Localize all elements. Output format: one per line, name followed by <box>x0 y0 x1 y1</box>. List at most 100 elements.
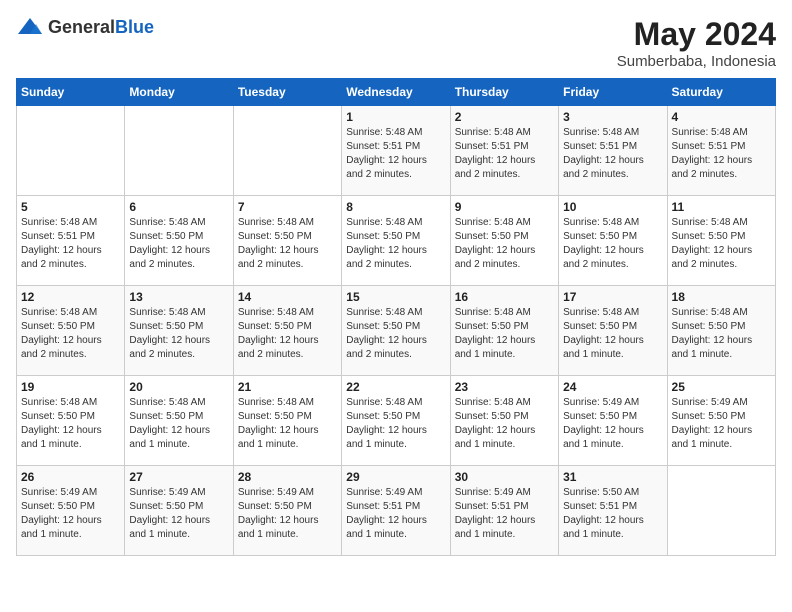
day-number: 24 <box>563 380 662 394</box>
day-number: 18 <box>672 290 771 304</box>
day-info: Sunrise: 5:48 AM Sunset: 5:50 PM Dayligh… <box>346 306 445 362</box>
calendar-cell: 8 Sunrise: 5:48 AM Sunset: 5:50 PM Daylig… <box>342 196 450 286</box>
calendar-week-1: 1 Sunrise: 5:48 AM Sunset: 5:51 PM Daylig… <box>17 106 776 196</box>
day-info: Sunrise: 5:48 AM Sunset: 5:51 PM Dayligh… <box>21 216 120 272</box>
header-thursday: Thursday <box>450 79 558 106</box>
day-number: 26 <box>21 470 120 484</box>
day-number: 29 <box>346 470 445 484</box>
day-number: 13 <box>129 290 228 304</box>
calendar-cell: 22 Sunrise: 5:48 AM Sunset: 5:50 PM Dayli… <box>342 376 450 466</box>
day-number: 2 <box>455 110 554 124</box>
day-number: 28 <box>238 470 337 484</box>
day-info: Sunrise: 5:48 AM Sunset: 5:50 PM Dayligh… <box>21 306 120 362</box>
calendar-cell: 19Sunrise: 5:48 AM Sunset: 5:50 PM Dayli… <box>17 376 125 466</box>
calendar-cell: 1 Sunrise: 5:48 AM Sunset: 5:51 PM Daylig… <box>342 106 450 196</box>
day-info: Sunrise: 5:48 AM Sunset: 5:51 PM Dayligh… <box>672 126 771 182</box>
calendar-cell: 23Sunrise: 5:48 AM Sunset: 5:50 PM Dayli… <box>450 376 558 466</box>
calendar-week-3: 12 Sunrise: 5:48 AM Sunset: 5:50 PM Dayli… <box>17 286 776 376</box>
calendar-cell: 2 Sunrise: 5:48 AM Sunset: 5:51 PM Daylig… <box>450 106 558 196</box>
day-info: Sunrise: 5:49 AM Sunset: 5:50 PM Dayligh… <box>672 396 771 452</box>
day-number: 17 <box>563 290 662 304</box>
location-subtitle: Sumberbaba, Indonesia <box>617 53 776 70</box>
day-info: Sunrise: 5:48 AM Sunset: 5:50 PM Dayligh… <box>129 396 228 452</box>
calendar-cell: 31 Sunrise: 5:50 AM Sunset: 5:51 PM Dayli… <box>559 466 667 556</box>
day-number: 16 <box>455 290 554 304</box>
calendar-cell: 27Sunrise: 5:49 AM Sunset: 5:50 PM Dayli… <box>125 466 233 556</box>
calendar-cell <box>17 106 125 196</box>
header-monday: Monday <box>125 79 233 106</box>
header-tuesday: Tuesday <box>233 79 341 106</box>
logo-icon <box>16 16 44 38</box>
day-info: Sunrise: 5:49 AM Sunset: 5:51 PM Dayligh… <box>346 486 445 542</box>
calendar-cell: 7 Sunrise: 5:48 AM Sunset: 5:50 PM Daylig… <box>233 196 341 286</box>
day-number: 23 <box>455 380 554 394</box>
day-number: 25 <box>672 380 771 394</box>
logo: GeneralBlue <box>16 16 154 38</box>
calendar-cell <box>667 466 775 556</box>
day-number: 31 <box>563 470 662 484</box>
day-info: Sunrise: 5:48 AM Sunset: 5:51 PM Dayligh… <box>455 126 554 182</box>
calendar-week-5: 26 Sunrise: 5:49 AM Sunset: 5:50 PM Dayli… <box>17 466 776 556</box>
day-info: Sunrise: 5:48 AM Sunset: 5:50 PM Dayligh… <box>346 216 445 272</box>
day-number: 11 <box>672 200 771 214</box>
day-info: Sunrise: 5:48 AM Sunset: 5:50 PM Dayligh… <box>238 216 337 272</box>
calendar-cell: 28Sunrise: 5:49 AM Sunset: 5:50 PM Dayli… <box>233 466 341 556</box>
day-info: Sunrise: 5:48 AM Sunset: 5:50 PM Dayligh… <box>238 396 337 452</box>
day-number: 7 <box>238 200 337 214</box>
day-info: Sunrise: 5:49 AM Sunset: 5:50 PM Dayligh… <box>21 486 120 542</box>
day-info: Sunrise: 5:48 AM Sunset: 5:50 PM Dayligh… <box>129 306 228 362</box>
day-number: 22 <box>346 380 445 394</box>
calendar-cell: 14 Sunrise: 5:48 AM Sunset: 5:50 PM Dayli… <box>233 286 341 376</box>
header-sunday: Sunday <box>17 79 125 106</box>
header-friday: Friday <box>559 79 667 106</box>
day-info: Sunrise: 5:48 AM Sunset: 5:50 PM Dayligh… <box>129 216 228 272</box>
day-number: 12 <box>21 290 120 304</box>
calendar-cell: 5 Sunrise: 5:48 AM Sunset: 5:51 PM Daylig… <box>17 196 125 286</box>
day-number: 19 <box>21 380 120 394</box>
day-info: Sunrise: 5:48 AM Sunset: 5:50 PM Dayligh… <box>672 306 771 362</box>
day-number: 15 <box>346 290 445 304</box>
day-number: 20 <box>129 380 228 394</box>
day-info: Sunrise: 5:48 AM Sunset: 5:50 PM Dayligh… <box>455 306 554 362</box>
calendar-week-4: 19 Sunrise: 5:48 AM Sunset: 5:50 PM Dayli… <box>17 376 776 466</box>
day-number: 21 <box>238 380 337 394</box>
day-number: 3 <box>563 110 662 124</box>
calendar-cell: 24Sunrise: 5:49 AM Sunset: 5:50 PM Dayli… <box>559 376 667 466</box>
day-number: 5 <box>21 200 120 214</box>
header: GeneralBlue May 2024 Sumberbaba, Indones… <box>16 16 776 70</box>
calendar-cell: 18 Sunrise: 5:48 AM Sunset: 5:50 PM Dayli… <box>667 286 775 376</box>
calendar-cell: 17 Sunrise: 5:48 AM Sunset: 5:50 PM Dayli… <box>559 286 667 376</box>
logo-general: General <box>48 17 115 37</box>
calendar-cell: 15 Sunrise: 5:48 AM Sunset: 5:50 PM Dayli… <box>342 286 450 376</box>
calendar-cell: 26 Sunrise: 5:49 AM Sunset: 5:50 PM Dayli… <box>17 466 125 556</box>
day-number: 9 <box>455 200 554 214</box>
day-info: Sunrise: 5:48 AM Sunset: 5:50 PM Dayligh… <box>672 216 771 272</box>
header-saturday: Saturday <box>667 79 775 106</box>
day-info: Sunrise: 5:48 AM Sunset: 5:51 PM Dayligh… <box>563 126 662 182</box>
logo-blue: Blue <box>115 17 154 37</box>
calendar-cell: 29 Sunrise: 5:49 AM Sunset: 5:51 PM Dayli… <box>342 466 450 556</box>
day-number: 4 <box>672 110 771 124</box>
calendar-cell: 3 Sunrise: 5:48 AM Sunset: 5:51 PM Daylig… <box>559 106 667 196</box>
calendar-cell: 11 Sunrise: 5:48 AM Sunset: 5:50 PM Dayli… <box>667 196 775 286</box>
day-info: Sunrise: 5:50 AM Sunset: 5:51 PM Dayligh… <box>563 486 662 542</box>
calendar-cell: 30Sunrise: 5:49 AM Sunset: 5:51 PM Dayli… <box>450 466 558 556</box>
day-number: 30 <box>455 470 554 484</box>
day-info: Sunrise: 5:48 AM Sunset: 5:51 PM Dayligh… <box>346 126 445 182</box>
title-area: May 2024 Sumberbaba, Indonesia <box>617 16 776 70</box>
day-number: 14 <box>238 290 337 304</box>
day-number: 10 <box>563 200 662 214</box>
calendar-cell <box>125 106 233 196</box>
day-info: Sunrise: 5:48 AM Sunset: 5:50 PM Dayligh… <box>455 216 554 272</box>
day-number: 6 <box>129 200 228 214</box>
day-number: 27 <box>129 470 228 484</box>
calendar-cell: 21 Sunrise: 5:48 AM Sunset: 5:50 PM Dayli… <box>233 376 341 466</box>
calendar-cell: 16 Sunrise: 5:48 AM Sunset: 5:50 PM Dayli… <box>450 286 558 376</box>
day-info: Sunrise: 5:48 AM Sunset: 5:50 PM Dayligh… <box>346 396 445 452</box>
day-number: 8 <box>346 200 445 214</box>
day-info: Sunrise: 5:48 AM Sunset: 5:50 PM Dayligh… <box>563 306 662 362</box>
day-number: 1 <box>346 110 445 124</box>
calendar-cell: 25 Sunrise: 5:49 AM Sunset: 5:50 PM Dayli… <box>667 376 775 466</box>
day-info: Sunrise: 5:48 AM Sunset: 5:50 PM Dayligh… <box>238 306 337 362</box>
calendar-cell: 9 Sunrise: 5:48 AM Sunset: 5:50 PM Daylig… <box>450 196 558 286</box>
